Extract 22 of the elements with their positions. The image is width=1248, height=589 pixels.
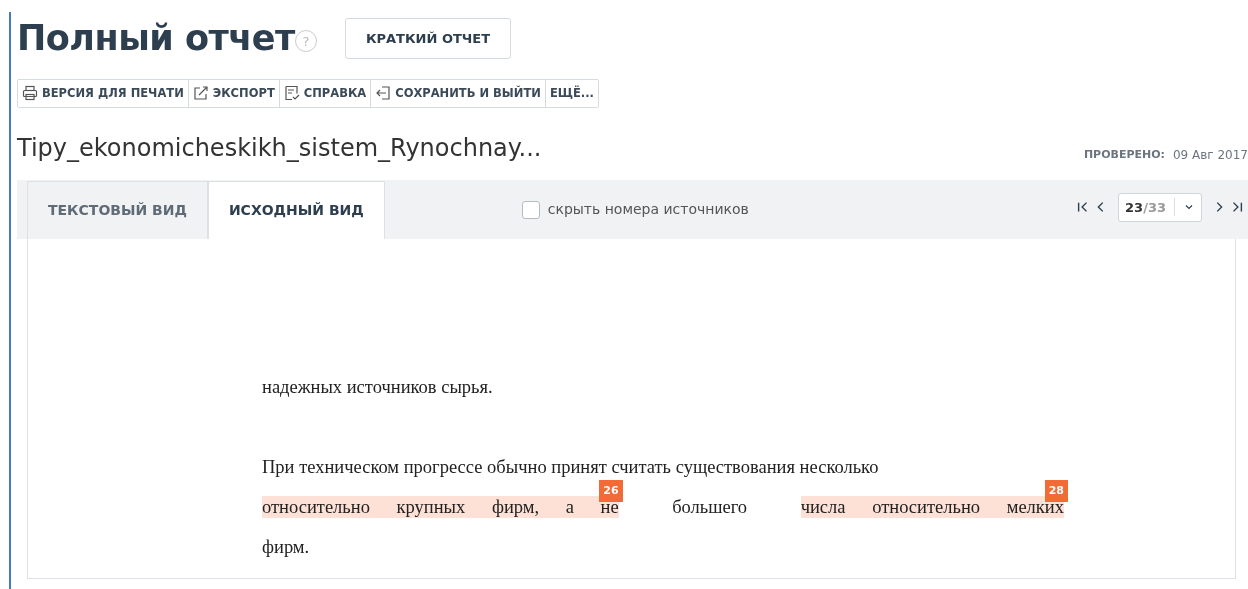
file-name: Tipy_ekonomicheskikh_sistem_Rynochnay... — [17, 133, 542, 165]
export-icon — [192, 85, 209, 102]
toolbar-button[interactable]: ВЕРСИЯ ДЛЯ ПЕЧАТИ — [18, 79, 189, 107]
checkbox[interactable] — [521, 200, 540, 219]
short-report-button[interactable]: КРАТКИЙ ОТЧЕТ — [344, 17, 512, 59]
document-text: надежных источников сырья. — [262, 376, 493, 399]
printer-icon — [22, 85, 38, 102]
checked-label: ПРОВЕРЕНО: — [1083, 146, 1165, 163]
document-text: большего — [672, 496, 748, 519]
view-tab[interactable]: ТЕКСТОВЫЙ ВИД — [27, 181, 208, 240]
checked-document-icon — [283, 85, 300, 102]
view-tab[interactable]: ИСХОДНЫЙ ВИД — [207, 181, 385, 240]
checked-date: 09 Авг 2017 — [1172, 147, 1248, 165]
source-number: 26 — [599, 480, 623, 503]
checkbox-label: скрыть номера источников — [547, 200, 749, 220]
page-title: Полный отчет — [17, 17, 295, 60]
page-selector[interactable]: 23/33 — [1118, 192, 1202, 223]
exit-icon — [375, 85, 392, 102]
source-number: 28 — [1044, 480, 1068, 503]
document-text: фирм. — [262, 536, 310, 559]
document-text: При техническом прогрессе обычно принят считать существования несколько — [262, 456, 879, 479]
page-number: 23/33 — [1125, 198, 1166, 217]
